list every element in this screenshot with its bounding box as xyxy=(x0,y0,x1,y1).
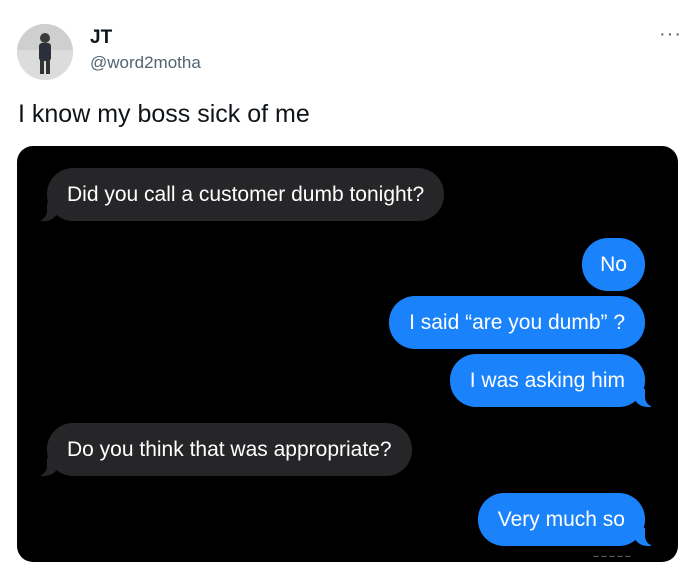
message-text: Do you think that was appropriate? xyxy=(67,438,392,461)
message-text: I said “are you dumb” ? xyxy=(409,311,625,334)
tweet-media-screenshot[interactable]: ‾ ‾ ‾ ‾ ‾ ‾ Did you call a customer dumb… xyxy=(17,146,678,562)
cropped-delivered-label: ‾ ‾ ‾ ‾ ‾ xyxy=(593,554,630,562)
message-bubble-incoming: Do you think that was appropriate? xyxy=(35,423,412,476)
message-bubble-outgoing: No xyxy=(582,238,645,291)
message-bubble-outgoing: Very much so xyxy=(477,493,658,546)
avatar-image xyxy=(17,24,73,80)
cropped-timestamp: ‾ ‾ ‾ ‾ ‾ ‾ xyxy=(17,146,678,153)
user-handle[interactable]: @word2motha xyxy=(90,53,201,73)
message-bubble-outgoing: I was asking him xyxy=(449,354,658,407)
message-text: I was asking him xyxy=(469,369,625,392)
message-bubble-outgoing: I said “are you dumb” ? xyxy=(389,296,645,349)
message-bubble-incoming: Did you call a customer dumb tonight? xyxy=(34,168,445,221)
avatar[interactable] xyxy=(17,24,73,80)
message-text: Very much so xyxy=(497,508,625,531)
message-text: Did you call a customer dumb tonight? xyxy=(67,183,425,206)
display-name[interactable]: JT xyxy=(90,27,112,49)
tweet-text: I know my boss sick of me xyxy=(18,100,310,128)
message-text: No xyxy=(600,253,627,276)
tweet: JT @word2motha ··· I know my boss sick o… xyxy=(0,0,700,578)
more-icon[interactable]: ··· xyxy=(659,24,682,44)
